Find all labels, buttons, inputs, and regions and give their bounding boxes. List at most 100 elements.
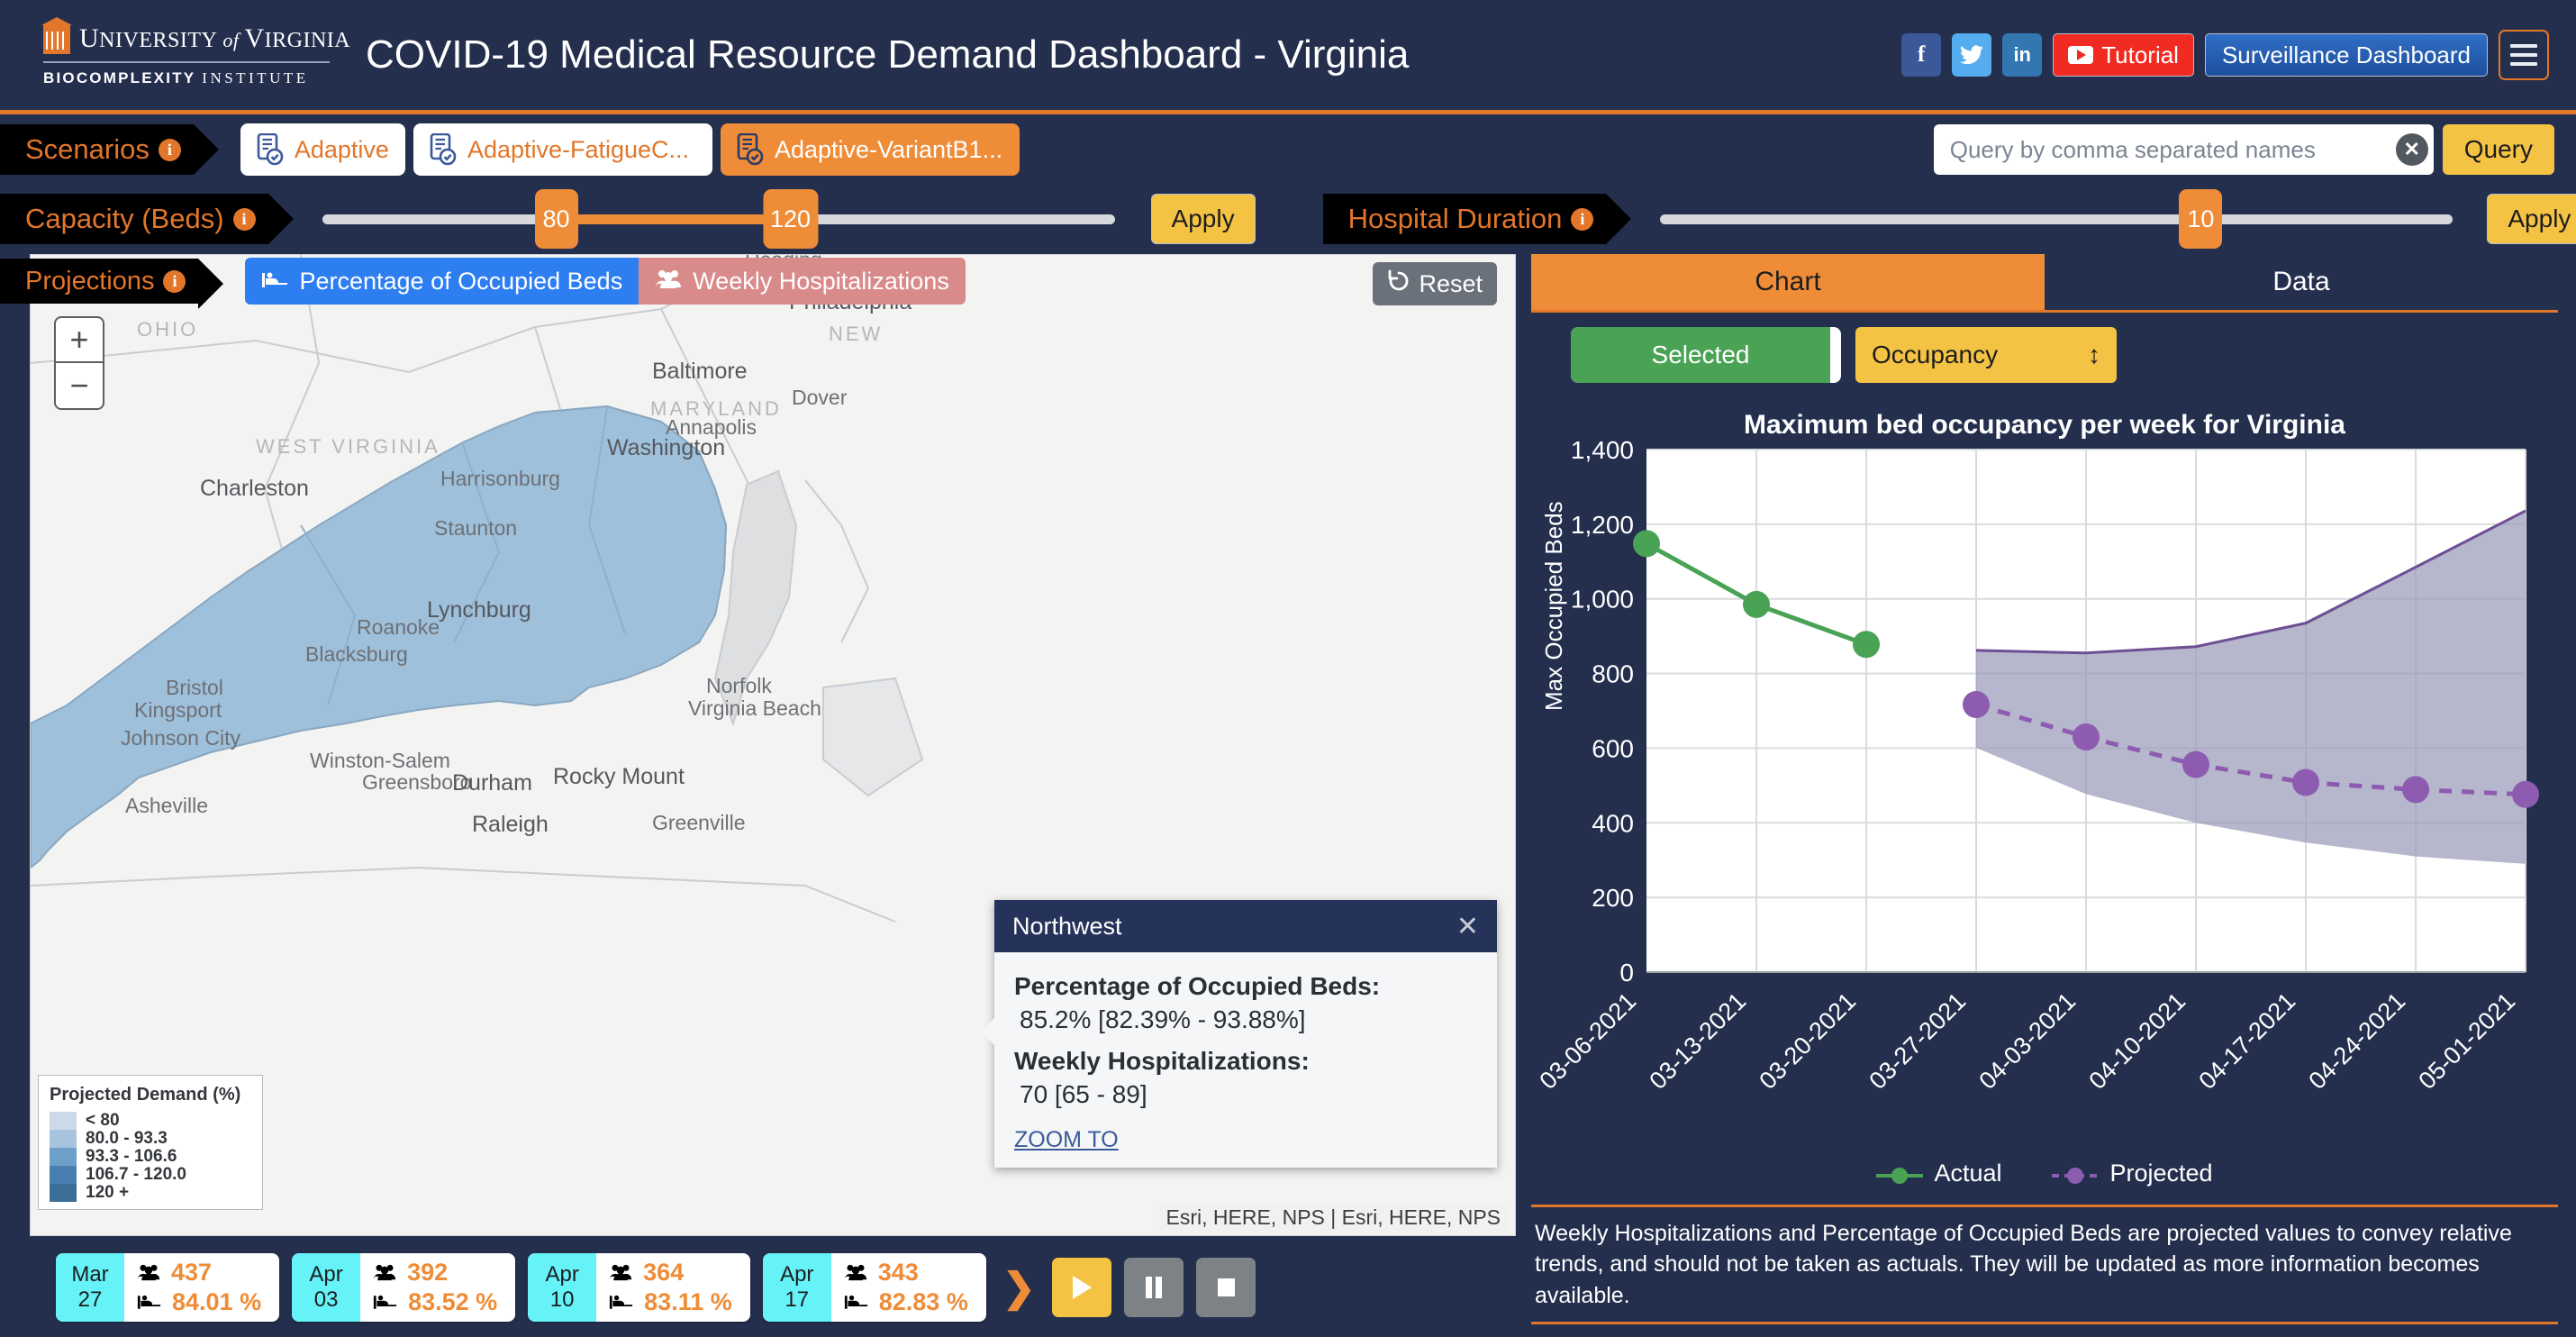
timeline-card[interactable]: Apr 03 392 83.52 % xyxy=(292,1253,516,1322)
timeline-card-date: Apr 10 xyxy=(528,1253,597,1322)
surveillance-label: Surveillance Dashboard xyxy=(2221,41,2471,68)
pause-icon[interactable] xyxy=(1123,1258,1184,1317)
scenarios-tag: Scenarios i xyxy=(0,124,219,175)
legend-swatch xyxy=(50,1166,77,1184)
legend-item-projected[interactable]: Projected xyxy=(2052,1160,2213,1187)
info-icon[interactable]: i xyxy=(1571,207,1594,231)
capacity-track[interactable]: 80 120 xyxy=(322,189,1115,249)
projection-tab-occupied-beds[interactable]: Percentage of Occupied Beds xyxy=(245,258,639,305)
map-container[interactable]: ColumbusOHIOWEST VIRGINIACharlestonHarri… xyxy=(30,254,1516,1236)
projection-tab-weekly-hospitalizations[interactable]: Weekly Hospitalizations xyxy=(639,258,966,305)
timeline-occupancy: 83.11 % xyxy=(644,1288,732,1315)
chart-area: Max Occupied Beds 0 200 400 600 800 1,000 1,20… xyxy=(1531,436,2558,1161)
query-button[interactable]: Query xyxy=(2442,124,2554,175)
scenario-tab-list: Adaptive Adaptive-FatigueC... Adaptive-V… xyxy=(240,123,1020,176)
query-field[interactable]: ✕ xyxy=(1933,124,2434,175)
capacity-min-knob[interactable]: 80 xyxy=(534,189,578,249)
chart-ylabel: Max Occupied Beds xyxy=(1540,501,1567,711)
scenario-tab-adaptive[interactable]: Adaptive xyxy=(240,123,405,176)
timeline-hospitalizations: 392 xyxy=(407,1259,449,1286)
uva-logo: UNIVERSITY of VIRGINIA BIOCOMPLEXITY INS… xyxy=(0,16,351,87)
timeline-card[interactable]: Apr 17 343 82.83 % xyxy=(762,1253,986,1322)
stop-icon[interactable] xyxy=(1195,1258,1256,1317)
info-icon[interactable]: i xyxy=(163,269,186,293)
zoom-out-button[interactable]: − xyxy=(56,363,103,408)
data-point[interactable] xyxy=(1743,590,1770,618)
legend-swatches xyxy=(50,1112,77,1202)
info-icon[interactable]: i xyxy=(158,138,181,161)
map-label: Winston-Salem xyxy=(310,749,450,772)
capacity-max-knob[interactable]: 120 xyxy=(763,189,819,249)
hamburger-menu-icon[interactable] xyxy=(2499,30,2549,80)
map-label: Virginia Beach xyxy=(688,696,821,720)
data-point[interactable] xyxy=(1633,530,1660,558)
timeline-card-date: Apr 03 xyxy=(292,1253,361,1322)
map-feature-popup[interactable]: Northwest ✕ Percentage of Occupied Beds:… xyxy=(982,900,1497,1168)
selected-toggle[interactable]: Selected xyxy=(1571,327,1841,383)
document-check-icon xyxy=(737,133,764,166)
facebook-icon[interactable]: f xyxy=(1901,33,1942,77)
popup-metric1-label: Percentage of Occupied Beds: xyxy=(1014,972,1381,1000)
scenario-label: Adaptive xyxy=(294,135,389,163)
rotunda-icon xyxy=(41,16,72,54)
timeline-card-values: 364 83.11 % xyxy=(596,1253,750,1322)
hospital-duration-knob[interactable]: 10 xyxy=(2179,189,2223,249)
map-label: Bristol xyxy=(166,676,223,699)
play-icon[interactable] xyxy=(1051,1258,1111,1317)
timeline-month: Mar xyxy=(71,1262,109,1287)
timeline-card[interactable]: Apr 10 364 83.11 % xyxy=(528,1253,750,1322)
map-label: Norfolk xyxy=(706,674,772,697)
scenarios-tag-label: Scenarios xyxy=(25,133,150,165)
map-label: Washington xyxy=(607,435,726,460)
map-attribution: Esri, HERE, NPS | Esri, HERE, NPS xyxy=(1158,1204,1508,1232)
data-point[interactable] xyxy=(2512,780,2539,808)
timeline-card[interactable]: Mar 27 437 84.01 % xyxy=(56,1253,280,1322)
data-point[interactable] xyxy=(2073,723,2100,750)
capacity-apply-button[interactable]: Apply xyxy=(1150,194,1256,244)
popup-title: Northwest xyxy=(1012,912,1122,940)
data-point[interactable] xyxy=(1853,631,1880,659)
x-axis-tick: 03-13-2021 xyxy=(1644,987,1751,1095)
legend-swatch xyxy=(50,1184,77,1202)
page-title: COVID-19 Medical Resource Demand Dashboa… xyxy=(366,32,1410,77)
projection-toggle-group: Percentage of Occupied Beds Weekly Hospi… xyxy=(245,258,966,305)
hospital-duration-track[interactable]: 10 xyxy=(1660,189,2454,249)
popup-header: Northwest ✕ xyxy=(994,900,1497,952)
clear-icon[interactable]: ✕ xyxy=(2395,133,2428,166)
data-point[interactable] xyxy=(2292,769,2319,796)
data-point[interactable] xyxy=(2402,776,2429,804)
scenario-tab-variant[interactable]: Adaptive-VariantB1... xyxy=(720,123,1020,176)
zoom-in-button[interactable]: + xyxy=(56,318,103,363)
scenario-tab-fatigue[interactable]: Adaptive-FatigueC... xyxy=(413,123,712,176)
timeline-month: Apr xyxy=(545,1262,579,1287)
map-zoom-controls[interactable]: + − xyxy=(54,316,104,410)
popup-metric1-value: 85.2% [82.39% - 93.88%] xyxy=(1020,1005,1306,1033)
data-point[interactable] xyxy=(1963,690,1990,718)
chart-svg[interactable]: 02004006008001,0001,2001,40003-06-2021 03… xyxy=(1531,436,2558,1152)
x-axis-tick: 03-27-2021 xyxy=(1864,987,1971,1095)
map-label: NEW xyxy=(829,323,884,345)
legend-label-projected: Projected xyxy=(2109,1160,2213,1187)
map-label: Rocky Mount xyxy=(553,764,685,789)
hospital-duration-apply-button[interactable]: Apply xyxy=(2487,194,2576,244)
hospital-duration-slider[interactable]: 10 xyxy=(1660,189,2454,249)
close-icon[interactable]: ✕ xyxy=(1456,911,1479,942)
y-axis-tick: 400 xyxy=(1592,809,1634,837)
timeline-day: 17 xyxy=(785,1287,810,1312)
bed-icon xyxy=(137,1294,161,1311)
twitter-icon[interactable] xyxy=(1952,33,1992,77)
linkedin-icon[interactable]: in xyxy=(2002,33,2043,77)
timeline-next-icon[interactable]: ❯ xyxy=(1002,1265,1036,1311)
zoom-to-link[interactable]: ZOOM TO xyxy=(1014,1127,1119,1153)
capacity-slider[interactable]: 80 120 xyxy=(322,189,1115,249)
legend-item-actual[interactable]: Actual xyxy=(1876,1160,2001,1187)
twitter-bird-glyph xyxy=(1960,45,1984,65)
surveillance-dashboard-button[interactable]: Surveillance Dashboard xyxy=(2204,33,2488,77)
metric-select[interactable]: Occupancy ↕ xyxy=(1855,327,2117,383)
y-axis-tick: 1,200 xyxy=(1571,511,1634,539)
tutorial-button[interactable]: Tutorial xyxy=(2053,33,2194,77)
timeline-hospitalizations: 343 xyxy=(877,1259,919,1286)
data-point[interactable] xyxy=(2182,750,2209,778)
search-input[interactable] xyxy=(1949,135,2396,164)
info-icon[interactable]: i xyxy=(232,207,256,231)
